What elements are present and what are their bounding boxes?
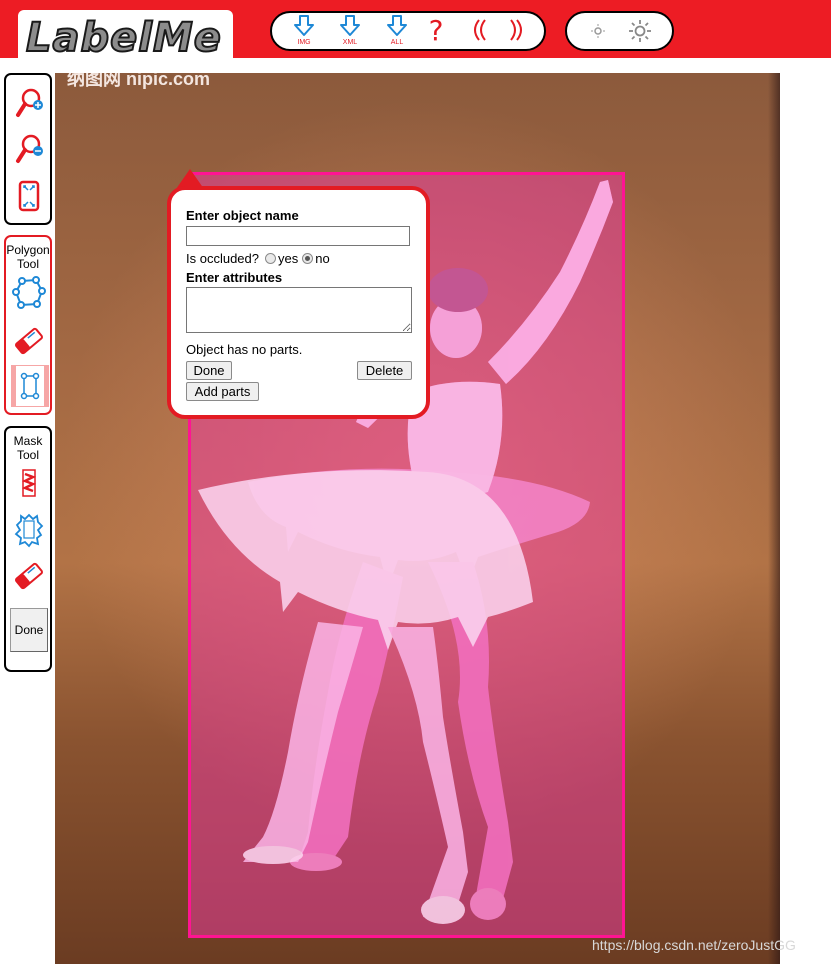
polygon-tool-button[interactable] <box>12 275 46 311</box>
polygon-tool-title-line1: Polygon <box>6 243 50 257</box>
mask-tool-title-line1: Mask <box>13 434 43 448</box>
attributes-textarea[interactable] <box>186 287 412 333</box>
mask-tools-panel: Mask Tool Done <box>4 426 52 672</box>
object-name-input[interactable] <box>186 226 410 246</box>
polygon-icon <box>12 276 46 309</box>
download-xml-label: XML <box>342 39 358 46</box>
image-top-watermark: 纳图网 nipic.com <box>67 73 211 89</box>
download-icon <box>294 15 314 36</box>
parts-status: Object has no parts. <box>186 342 303 357</box>
zoom-in-icon <box>16 88 43 117</box>
mask-tool-title-line2: Tool <box>16 448 39 462</box>
next-image-button[interactable] <box>500 15 536 49</box>
download-icon <box>387 15 407 36</box>
download-all-label: ALL <box>390 39 404 46</box>
zoom-in-button[interactable] <box>12 85 46 121</box>
brightness-down-icon <box>591 24 605 38</box>
done-button[interactable]: Done <box>186 361 232 380</box>
brightness-up-icon <box>629 20 651 42</box>
zoom-out-button[interactable] <box>12 131 46 167</box>
main-toolbar: IMG XML ALL ? <box>270 11 546 51</box>
image-edge-shadow <box>768 73 780 964</box>
occluded-row: Is occluded? yes no <box>186 251 330 266</box>
attributes-heading: Enter attributes <box>186 270 283 285</box>
object-name-heading: Enter object name <box>186 208 299 223</box>
download-img-label: IMG <box>297 39 311 46</box>
zoom-out-icon <box>16 134 43 163</box>
download-all-button[interactable]: ALL <box>379 15 415 49</box>
download-img-button[interactable]: IMG <box>286 15 322 49</box>
next-icon <box>510 19 522 41</box>
zoom-tools-panel <box>4 73 52 225</box>
brightness-toolbar <box>565 11 674 51</box>
polygon-tool-title-line2: Tool <box>16 257 39 271</box>
object-label-popup: Enter object name Is occluded? yes no Ente… <box>167 186 430 419</box>
occluded-yes-radio[interactable] <box>265 253 276 264</box>
brightness-up-button[interactable] <box>622 16 658 50</box>
occluded-no-label: no <box>315 251 330 266</box>
mask-done-button[interactable]: Done <box>10 608 48 652</box>
fit-icon <box>18 180 40 212</box>
help-icon: ? <box>428 14 444 47</box>
scribble-icon <box>21 469 37 497</box>
labelme-logo: LabelMe <box>18 10 233 66</box>
download-icon <box>340 15 360 36</box>
logo-text: LabelMe <box>25 14 222 62</box>
occluded-no-radio[interactable] <box>302 253 314 264</box>
polygon-tools-panel: Polygon Tool <box>4 235 52 415</box>
brightness-down-button[interactable] <box>580 16 616 50</box>
app-header: LabelMe IMG XML ALL ? <box>0 0 831 66</box>
add-parts-button[interactable]: Add parts <box>186 382 259 401</box>
delete-button[interactable]: Delete <box>357 361 412 380</box>
download-xml-button[interactable]: XML <box>332 15 368 49</box>
bbox-tool-button[interactable] <box>11 365 49 407</box>
scribble-button[interactable] <box>12 466 46 502</box>
mask-region-button[interactable] <box>12 512 46 548</box>
mask-eraser-button[interactable] <box>12 558 46 594</box>
bbox-icon <box>20 372 40 400</box>
previous-image-button[interactable] <box>460 15 496 49</box>
occluded-label: Is occluded? <box>186 251 259 266</box>
fit-image-button[interactable] <box>12 179 46 215</box>
image-watermark: https://blog.csdn.net/zeroJustGG <box>592 937 796 953</box>
mask-region-icon <box>14 513 44 548</box>
occluded-yes-label: yes <box>278 251 299 266</box>
polygon-eraser-button[interactable] <box>12 323 46 359</box>
help-button[interactable]: ? <box>418 15 454 49</box>
eraser-icon <box>15 562 43 590</box>
bbox-tool-active-bg <box>16 366 44 406</box>
prev-icon <box>474 19 486 41</box>
eraser-icon <box>15 327 43 355</box>
